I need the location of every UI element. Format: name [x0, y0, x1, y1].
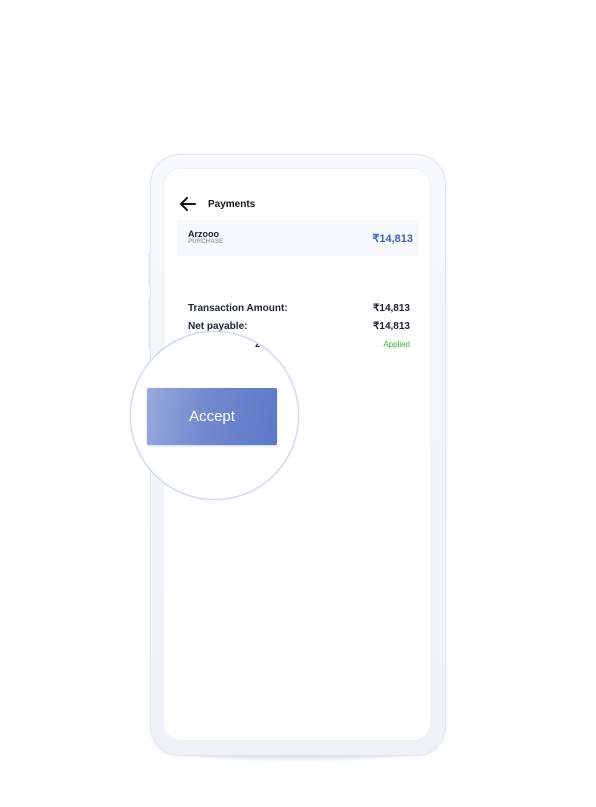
side-button [148, 297, 151, 349]
transaction-amount-value: ₹14,813 [373, 303, 410, 314]
offer-status-badge: Applied [383, 340, 410, 349]
offer-label-fragment: zooo: [255, 339, 282, 350]
merchant-name: Arzooo [188, 229, 219, 239]
side-button [148, 253, 151, 287]
net-payable-value: ₹14,813 [373, 321, 410, 332]
transaction-amount-label: Transaction Amount: [188, 303, 288, 314]
transaction-amount-row: Transaction Amount: ₹14,813 [188, 303, 410, 317]
merchant-amount: ₹14,813 [372, 233, 413, 245]
app-header: Payments [180, 195, 255, 213]
magnifier-callout: zooo: s Accept [130, 331, 299, 500]
merchant-type: PURCHASE [188, 239, 224, 245]
page-title: Payments [208, 198, 256, 210]
merchant-card: Arzooo PURCHASE ₹14,813 [177, 220, 419, 256]
accept-button[interactable]: Accept [147, 388, 277, 445]
offer-sub-fragment: s [275, 353, 279, 360]
arrow-left-icon[interactable] [180, 197, 196, 211]
